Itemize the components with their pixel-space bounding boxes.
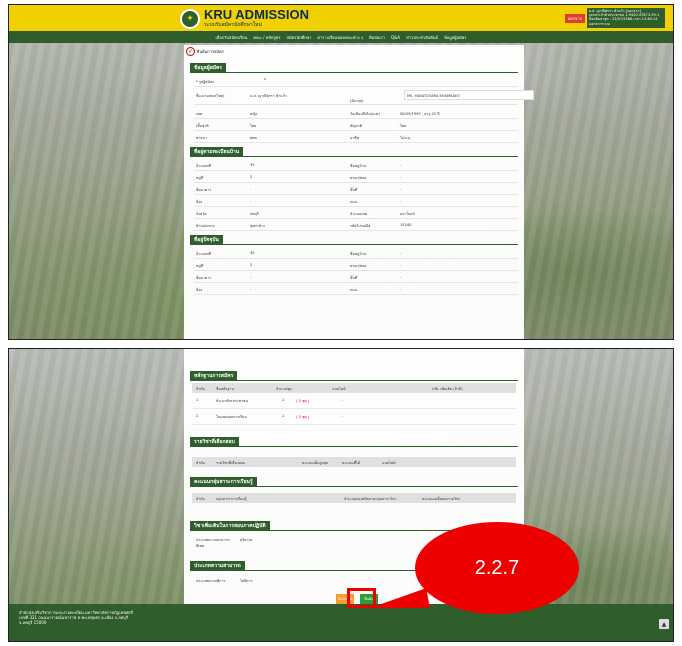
nav-item-news[interactable]: ข่าวประชาสัมพันธ์ — [406, 34, 438, 41]
race-row: เชื้อชาติ ไทย สัญชาติ ไทย — [194, 119, 518, 131]
evidence-count-link[interactable]: ( 2 ชุด ) — [296, 414, 309, 420]
nav-item-faculty[interactable]: คณะ / หลักสูตร — [253, 34, 280, 41]
name-row: ชื่อ-นามสกุล(ไทย) น.ส. ญาณีพรรา คำแก้ว (… — [194, 89, 534, 105]
nav-item-apply[interactable]: เลือกรับสมัครเรียน — [216, 34, 248, 41]
footer-line: จ.ลพบุรี 15000 — [19, 620, 47, 625]
house-row-2: หมู่ที่ 2 ตรอก/ซอย - — [194, 171, 518, 183]
application-form: ✓ ยืนยันการสมัคร ข้อมูลผู้สมัคร * รูปผู้… — [184, 45, 534, 339]
main-nav: เลือกรับสมัครเรียน คณะ / หลักสูตร สมัครน… — [9, 31, 673, 43]
applicant-photo-icon: ▫ — [264, 77, 267, 81]
site-footer: สำนักส่งเสริมวิชาการและงานทะเบียน มหาวิท… — [9, 604, 673, 641]
confirm-button-highlight — [347, 588, 376, 608]
step-callout-bubble: 2.2.7 — [415, 522, 579, 614]
confirm-application-heading: ✓ ยืนยันการสมัคร — [186, 47, 224, 56]
user-last-login: ล็อคอินล่าสุด : 22/07/2566 เวลา 13:46:14 — [589, 17, 658, 22]
section-house-address: ที่อยู่ตามทะเบียนบ้าน — [190, 147, 244, 156]
logout-link[interactable]: ออกจากระบบ — [589, 22, 663, 26]
evidence-count-link[interactable]: ( 2 ชุด ) — [296, 398, 309, 404]
religion-row: ศาสนา พุทธ อาชีพ ไม่ระบุ — [194, 131, 518, 143]
university-emblem-icon: ✦ — [180, 8, 200, 29]
section-evidence: หลักฐานการสมัคร — [190, 371, 238, 380]
current-row-4: ห้อง - ถนน - — [194, 283, 518, 295]
logout-badge[interactable]: ออกจาก — [564, 14, 585, 23]
section-scores: คะแนนกลุ่มสาระการเรียนรู้ — [190, 477, 257, 486]
house-row-3: ชื่ออาคาร - ชั้นที่ - — [194, 183, 518, 195]
bottom-screenshot-panel: หลักฐานการสมัคร ลำดับ ชื่อหลักฐาน จำนวนช… — [8, 348, 674, 642]
current-row-1: บ้านเลขที่ 35 ชื่อหมู่บ้าน - — [194, 247, 518, 259]
check-circle-icon: ✓ — [186, 47, 195, 56]
photo-row: * รูปผู้สมัคร ▫ — [194, 75, 518, 87]
section-applicant: ข้อมูลผู้สมัคร — [190, 63, 227, 72]
section-current-address: ที่อยู่ปัจจุบัน — [190, 235, 223, 244]
site-logo[interactable]: ✦ KRU ADMISSION ระบบรับสมัครนักศึกษาใหม่ — [180, 8, 309, 29]
section-special: วิชาเพิ่มเติมในการสอบภาคปฏิบัติ — [190, 521, 270, 530]
section-talent: ประเภทความสามารถ — [190, 561, 245, 570]
section-subjects: รายวิชาที่เลือกสอบ — [190, 437, 239, 446]
talent-value: ไม่พิการ — [240, 579, 253, 583]
name-en-field: MS. YANATCHARA KHAMKAEO — [404, 90, 534, 100]
nav-item-qa[interactable]: Q&A — [391, 35, 400, 40]
top-screenshot-panel: ✦ KRU ADMISSION ระบบรับสมัครนักศึกษาใหม่… — [8, 4, 674, 340]
special-value: ดุริยางค — [240, 538, 253, 542]
subjects-table-header: ลำดับ รายวิชาที่เลือกสอบ คะแนนเต็มสูงสุด… — [192, 457, 516, 467]
site-subtitle: ระบบรับสมัครนักศึกษาใหม่ — [204, 22, 262, 28]
current-row-3: ชื่ออาคาร - ชั้นที่ - — [194, 271, 518, 283]
nav-item-contact[interactable]: ติดต่อเรา — [369, 34, 385, 41]
nav-item-schedule[interactable]: ตารางเรียนของคณะต่าง ๆ — [317, 34, 363, 41]
scores-table-header: ลำดับ กลุ่มสาระการเรียนรู้ จำนวนหน่วยกิต… — [192, 493, 516, 503]
house-row-6: ตำบล/แขวง ทุ่งท่าช้าง รหัสไปรษณีย์ 15240 — [194, 219, 518, 231]
site-title: KRU ADMISSION — [204, 7, 309, 22]
special-label: ประเภทความสามารถ พิเศษ — [196, 538, 230, 548]
house-row-1: บ้านเลขที่ 35 ชื่อหมู่บ้าน - — [194, 159, 518, 171]
scroll-to-top-icon[interactable]: ▲ — [659, 619, 669, 629]
talent-label: ประเภทความพิการ — [196, 579, 226, 583]
sex-row: เพศ หญิง วันเดือนปีเกิด(ค.ศ.) 08/09/1999… — [194, 107, 518, 119]
table-row: 1 สำเนาบัตรประชาชน 1 ( 2 ชุด ) - — [192, 395, 516, 409]
evidence-table-header: ลำดับ ชื่อหลักฐาน จำนวนชุด แนบไฟล์ URL เ… — [192, 383, 516, 393]
house-row-4: ห้อง - ถนน - — [194, 195, 518, 207]
current-row-2: หมู่ที่ 2 ตรอก/ซอย - — [194, 259, 518, 271]
table-row: 2 ใบแสดงผลการเรียน 1 ( 2 ชุด ) - — [192, 411, 516, 425]
nav-item-profile[interactable]: ข้อมูลผู้สมัคร — [444, 34, 466, 41]
house-row-5: จังหวัด ลพบุรี อำเภอ/เขต สระโบสถ์ — [194, 207, 518, 219]
site-header: ✦ KRU ADMISSION ระบบรับสมัครนักศึกษาใหม่… — [9, 5, 673, 31]
user-info-box: ผ.ส. ญาณีพรรา คำแก้ว [ออกจาก] เลขประจำตั… — [587, 8, 665, 28]
nav-item-register[interactable]: สมัครนักศึกษา — [287, 34, 312, 41]
